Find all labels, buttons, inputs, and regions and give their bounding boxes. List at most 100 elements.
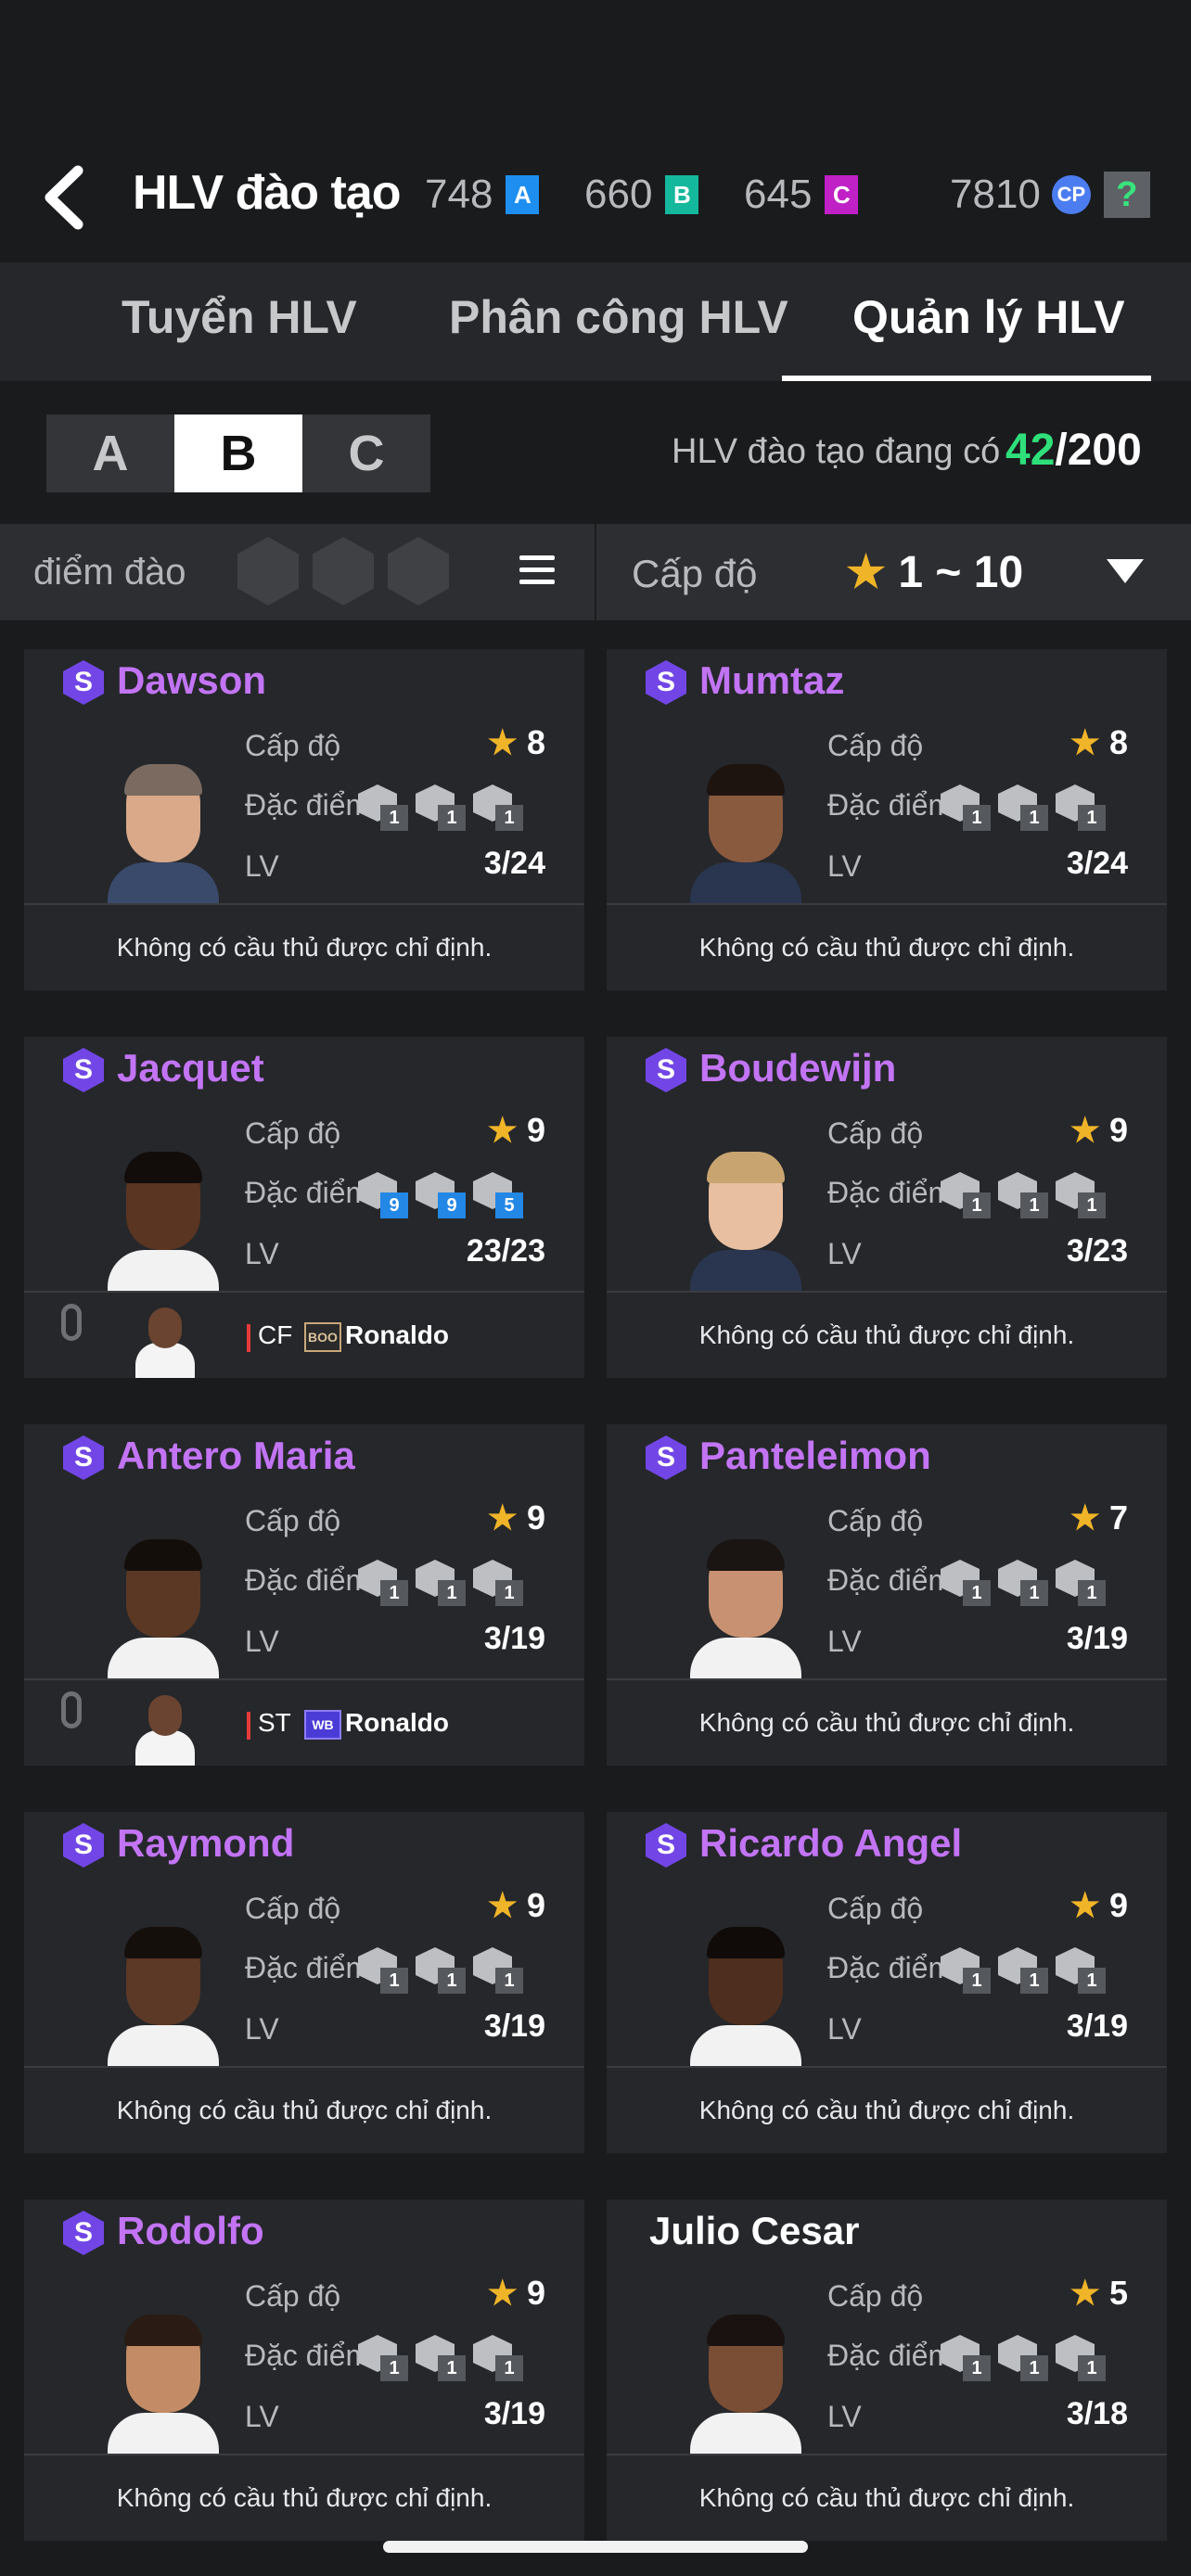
trait-icons: 1 1 1	[941, 1172, 1113, 1218]
coach-card[interactable]: S Panteleimon Cấp độ ★ 7 Đặc điểm 1 1 1 LV 3/19 Kh…	[607, 1424, 1167, 1766]
page-title: HLV đào tạo	[133, 166, 401, 220]
trait-icon[interactable]: 1	[941, 1947, 991, 1994]
trait-icons: 1 1 1	[941, 784, 1113, 831]
star-icon: ★	[846, 548, 887, 597]
trait-filter-slots[interactable]	[237, 537, 463, 606]
trait-icon[interactable]: 1	[1056, 1947, 1106, 1994]
tab-assign-coach[interactable]: Phân công HLV	[449, 290, 788, 344]
assigned-player[interactable]: CF BOO Ronaldo	[24, 1293, 584, 1378]
trait-icon[interactable]: 1	[998, 1560, 1048, 1606]
coach-card[interactable]: S Raymond Cấp độ ★ 9 Đặc điểm 1 1 1 LV 3/19 Không …	[24, 1812, 584, 2153]
trait-level: 1	[963, 2355, 991, 2381]
trait-icon[interactable]: 1	[941, 784, 991, 831]
coach-level: ★ 5	[1070, 2274, 1128, 2313]
trait-icon[interactable]: 1	[1056, 2335, 1106, 2381]
list-menu-icon[interactable]	[519, 555, 555, 587]
trait-icons: 1 1 1	[941, 1947, 1113, 1994]
trait-level: 1	[495, 1580, 523, 1606]
coach-card[interactable]: S Rodolfo Cấp độ ★ 9 Đặc điểm 1 1 1 LV 3/19 Không …	[24, 2200, 584, 2541]
trait-level: 1	[495, 1968, 523, 1994]
level-label: Cấp độ	[245, 1504, 341, 1537]
lv-label: LV	[245, 849, 279, 883]
assigned-player[interactable]: ST WB Ronaldo	[24, 1680, 584, 1766]
trait-icon[interactable]: 1	[1056, 1560, 1106, 1606]
trait-icon[interactable]: 1	[416, 1947, 466, 1994]
coach-card[interactable]: S Jacquet Cấp độ ★ 9 Đặc điểm 9 9 5 LV 23/23 CF BOO…	[24, 1037, 584, 1378]
coach-card[interactable]: Julio Cesar Cấp độ ★ 5 Đặc điểm 1 1 1 LV 3/18 Khô…	[607, 2200, 1167, 2541]
level-label: Cấp độ	[245, 1116, 341, 1150]
trait-level: 1	[1078, 1968, 1106, 1994]
s-rank-badge-icon: S	[646, 1048, 686, 1092]
segment-a[interactable]: A	[46, 414, 174, 492]
coach-name: Mumtaz	[699, 658, 845, 702]
trait-icon[interactable]: 9	[358, 1172, 408, 1218]
trait-icon[interactable]: 1	[941, 1560, 991, 1606]
coach-card[interactable]: S Dawson Cấp độ ★ 8 Đặc điểm 1 1 1 LV 3/24 Không c…	[24, 649, 584, 990]
trait-level: 9	[438, 1192, 466, 1218]
trait-icon[interactable]: 1	[998, 1947, 1048, 1994]
level-filter-label: Cấp độ	[632, 552, 758, 595]
coach-name: Rodolfo	[117, 2209, 264, 2252]
trait-level: 1	[1078, 1192, 1106, 1218]
trait-icon[interactable]: 1	[941, 1172, 991, 1218]
trait-icon[interactable]: 1	[1056, 1172, 1106, 1218]
currency-c-icon: C	[825, 175, 859, 214]
trait-icon[interactable]: 1	[358, 784, 408, 831]
coach-lv-value: 3/24	[1066, 846, 1128, 881]
tab-recruit-coach[interactable]: Tuyển HLV	[122, 290, 357, 344]
segment-c[interactable]: C	[302, 414, 430, 492]
coach-card[interactable]: S Antero Maria Cấp độ ★ 9 Đặc điểm 1 1 1 LV 3/19 S…	[24, 1424, 584, 1766]
filter-bar: điểm đào t Cấp độ ★ 1 ~ 10	[0, 524, 1191, 620]
trait-level: 1	[1078, 1580, 1106, 1606]
no-player-text: Không có cầu thủ được chỉ định.	[116, 933, 493, 962]
trait-icon[interactable]: 1	[473, 1947, 523, 1994]
back-arrow-icon[interactable]	[37, 156, 93, 239]
trait-icon[interactable]: 1	[998, 2335, 1048, 2381]
trait-icon[interactable]: 1	[998, 784, 1048, 831]
trait-slot-icon[interactable]	[237, 537, 299, 606]
trait-icon[interactable]: 1	[473, 784, 523, 831]
coach-card[interactable]: S Mumtaz Cấp độ ★ 8 Đặc điểm 1 1 1 LV 3/24 Không c…	[607, 649, 1167, 990]
level-filter-range[interactable]: ★ 1 ~ 10	[846, 546, 1023, 598]
trait-icon[interactable]: 1	[998, 1172, 1048, 1218]
trait-icon[interactable]: 1	[416, 2335, 466, 2381]
training-points-sort[interactable]: điểm đào t	[33, 552, 193, 593]
trait-label: Đặc điểm	[245, 2339, 371, 2372]
trait-icon[interactable]: 1	[473, 1560, 523, 1606]
coach-card[interactable]: S Ricardo Angel Cấp độ ★ 9 Đặc điểm 1 1 1 LV 3/19…	[607, 1812, 1167, 2153]
trait-icon[interactable]: 1	[358, 1947, 408, 1994]
trait-level: 1	[438, 805, 466, 831]
trait-icon[interactable]: 1	[358, 1560, 408, 1606]
trait-icon[interactable]: 1	[941, 2335, 991, 2381]
trait-slot-icon[interactable]	[313, 537, 374, 606]
trait-icon[interactable]: 1	[473, 2335, 523, 2381]
trait-level: 1	[1078, 805, 1106, 831]
segment-b[interactable]: B	[174, 414, 302, 492]
trait-icon[interactable]: 1	[358, 2335, 408, 2381]
trait-level: 1	[1020, 805, 1048, 831]
trait-icon[interactable]: 9	[416, 1172, 466, 1218]
trait-level: 1	[380, 2355, 408, 2381]
trait-icon[interactable]: 1	[1056, 784, 1106, 831]
help-button[interactable]: ?	[1103, 172, 1150, 218]
trait-icon[interactable]: 1	[416, 784, 466, 831]
trait-icon[interactable]: 1	[416, 1560, 466, 1606]
coach-portrait	[108, 764, 219, 903]
trait-level: 1	[380, 1580, 408, 1606]
s-rank-badge-icon: S	[63, 1435, 104, 1480]
star-icon: ★	[1069, 2274, 1100, 2312]
trait-level: 1	[1020, 1192, 1048, 1218]
filter-divider	[595, 524, 596, 620]
dropdown-caret-icon[interactable]	[1107, 559, 1144, 583]
tab-manage-coach[interactable]: Quản lý HLV	[852, 290, 1125, 344]
star-icon: ★	[1069, 1111, 1100, 1149]
coach-name: Jacquet	[117, 1046, 264, 1090]
coach-level: ★ 9	[488, 2274, 545, 2313]
coach-lv-value: 23/23	[466, 1233, 545, 1269]
coach-portrait	[690, 1927, 801, 2066]
trait-slot-icon[interactable]	[388, 537, 449, 606]
coach-card[interactable]: S Boudewijn Cấp độ ★ 9 Đặc điểm 1 1 1 LV 3/23 Khôn…	[607, 1037, 1167, 1378]
trait-label: Đặc điểm	[245, 1951, 371, 1984]
trait-icons: 1 1 1	[358, 2335, 531, 2381]
trait-icon[interactable]: 5	[473, 1172, 523, 1218]
